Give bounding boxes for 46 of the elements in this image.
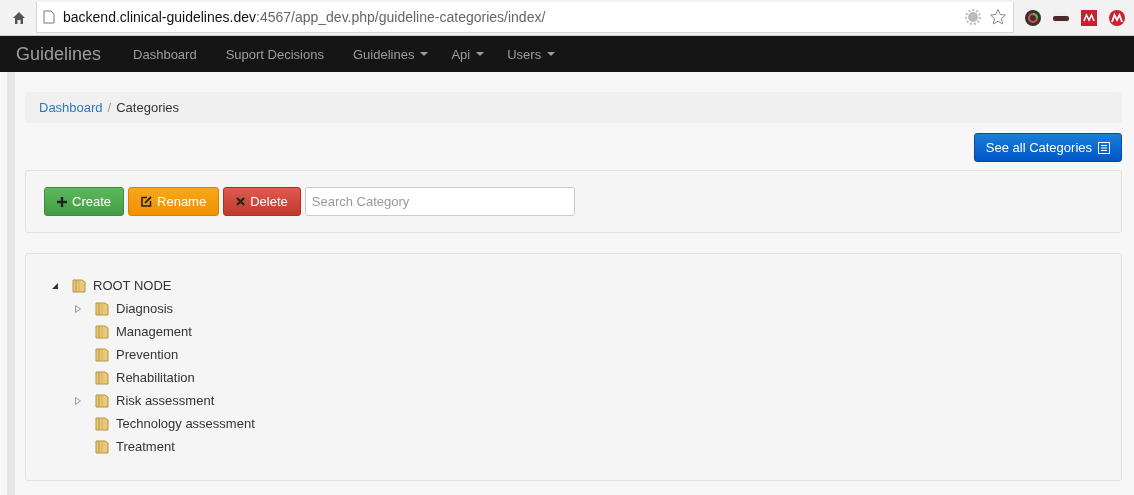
expand-triangle-icon[interactable] (74, 396, 82, 405)
extension-icon[interactable] (1108, 8, 1126, 27)
nav-link[interactable]: Dashboard (133, 46, 197, 62)
folder-icon (94, 392, 110, 409)
nav-link[interactable]: Suport Decisions (225, 46, 324, 62)
folder-icon (71, 277, 87, 294)
delete-button[interactable]: Delete (223, 187, 301, 216)
breadcrumb-separator: / (107, 100, 112, 115)
folder-icon (94, 346, 110, 363)
expand-triangle-icon[interactable] (74, 304, 82, 313)
plus-icon (57, 196, 67, 207)
collapse-triangle-icon[interactable] (51, 281, 59, 290)
folder-icon (94, 438, 110, 455)
caret-icon[interactable] (476, 52, 485, 56)
folder-icon (94, 300, 110, 317)
url-text: backend.clinical-guidelines.dev:4567/app_dev.php/guideline-categories/index/ (63, 9, 546, 25)
home-icon[interactable] (12, 10, 26, 25)
address-bar[interactable]: backend.clinical-guidelines.dev:4567/app_dev.php/guideline-categories/index/ (36, 2, 1014, 33)
nav-link[interactable]: Api (451, 46, 471, 62)
caret-icon[interactable] (547, 52, 556, 56)
tree-node-label[interactable]: Management (116, 324, 192, 339)
folder-icon (94, 323, 110, 340)
tree-node-label[interactable]: Technology assessment (116, 416, 255, 431)
tree-node-label[interactable]: Rehabilitation (116, 370, 195, 385)
page-icon (43, 10, 55, 24)
tree-node-label[interactable]: ROOT NODE (93, 278, 172, 293)
close-icon (236, 197, 246, 206)
brand-link[interactable]: Guidelines (16, 43, 102, 65)
tree-node-label[interactable]: Diagnosis (116, 301, 174, 316)
breadcrumb-link[interactable]: Dashboard (39, 100, 103, 115)
star-icon[interactable] (989, 8, 1007, 26)
list-icon (1098, 141, 1110, 154)
tree-node-label[interactable]: Treatment (116, 439, 175, 454)
folder-icon (94, 369, 110, 386)
caret-icon[interactable] (420, 52, 429, 56)
extension-icon[interactable] (1080, 8, 1098, 27)
breadcrumb-current: Categories (116, 100, 180, 115)
folder-icon (94, 415, 110, 432)
search-field[interactable]: Search Category (304, 187, 575, 216)
see-all-categories-button[interactable]: See all Categories (973, 133, 1122, 162)
tree-node-label[interactable]: Prevention (116, 347, 179, 362)
tree-node-label[interactable]: Risk assessment (116, 393, 215, 408)
nav-link[interactable]: Guidelines (352, 46, 415, 62)
edit-icon (141, 196, 153, 207)
nav-link[interactable]: Users (507, 46, 542, 62)
color-wheel-icon[interactable] (1024, 8, 1042, 27)
